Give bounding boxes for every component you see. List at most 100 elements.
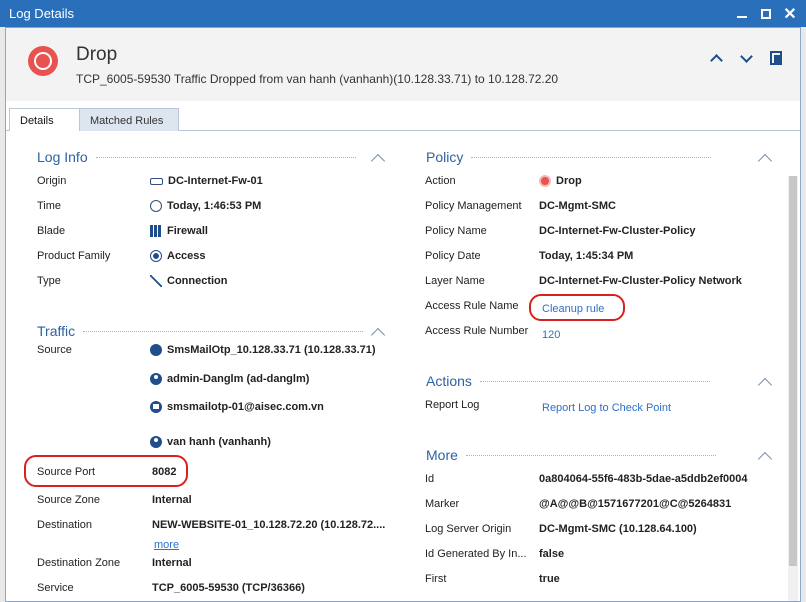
collapse-log-info-icon[interactable] bbox=[370, 153, 386, 169]
source-host-text: SmsMailOtp_10.128.33.71 (10.128.33.71) bbox=[167, 344, 376, 356]
policy-management-value: DC-Mgmt-SMC bbox=[539, 200, 616, 212]
log-title: Drop bbox=[76, 44, 118, 65]
time-label: Time bbox=[37, 200, 62, 212]
id-value: 0a804064-55f6-483b-5dae-a5ddb2ef0004 bbox=[539, 473, 748, 485]
connection-icon bbox=[150, 275, 162, 287]
first-label: First bbox=[425, 573, 447, 585]
policy-management-label: Policy Management bbox=[425, 200, 522, 212]
marker-label: Marker bbox=[425, 498, 460, 510]
type-text: Connection bbox=[167, 275, 228, 287]
user-icon bbox=[150, 373, 162, 385]
section-divider bbox=[471, 156, 712, 158]
log-details-window: Drop TCP_6005-59530 Traffic Dropped from… bbox=[5, 27, 801, 602]
details-panel: Log Info Origin DC-Internet-Fw-01 Time T… bbox=[6, 131, 800, 601]
blade-text: Firewall bbox=[167, 225, 208, 237]
section-actions-title[interactable]: Actions bbox=[426, 373, 710, 389]
close-icon: ✕ bbox=[783, 5, 797, 23]
section-actions-label: Actions bbox=[426, 373, 472, 389]
section-more-title[interactable]: More bbox=[426, 447, 716, 463]
access-icon bbox=[150, 250, 162, 262]
section-log-info-title[interactable]: Log Info bbox=[37, 149, 356, 165]
section-divider bbox=[83, 330, 364, 332]
vertical-scrollbar[interactable] bbox=[788, 176, 798, 601]
source-admin-text: admin-Danglm (ad-danglm) bbox=[167, 373, 310, 385]
time-text: Today, 1:46:53 PM bbox=[167, 200, 262, 212]
section-traffic-title[interactable]: Traffic bbox=[37, 323, 364, 339]
copy-icon bbox=[770, 51, 782, 65]
action-label: Action bbox=[425, 175, 456, 187]
type-value: Connection bbox=[150, 275, 228, 287]
tab-matched-rules[interactable]: Matched Rules bbox=[79, 108, 179, 132]
destination-zone-label: Destination Zone bbox=[37, 557, 121, 569]
source-value-host[interactable]: SmsMailOtp_10.128.33.71 (10.128.33.71) bbox=[150, 344, 376, 356]
source-port-label: Source Port bbox=[37, 466, 96, 478]
collapse-policy-icon[interactable] bbox=[757, 153, 773, 169]
access-rule-number-link[interactable]: 120 bbox=[542, 329, 560, 341]
product-family-label: Product Family bbox=[37, 250, 111, 262]
minimize-button[interactable] bbox=[730, 2, 754, 26]
blade-value: Firewall bbox=[150, 225, 208, 237]
next-log-button[interactable] bbox=[736, 48, 756, 68]
service-value: TCP_6005-59530 (TCP/36366) bbox=[152, 582, 305, 594]
source-value-machine[interactable]: smsmailotp-01@aisec.com.vn bbox=[150, 401, 324, 413]
collapse-more-icon[interactable] bbox=[757, 451, 773, 467]
origin-text: DC-Internet-Fw-01 bbox=[168, 175, 263, 187]
source-value-user[interactable]: van hanh (vanhanh) bbox=[150, 436, 271, 448]
access-rule-number-label: Access Rule Number bbox=[425, 325, 529, 337]
section-more-label: More bbox=[426, 447, 458, 463]
maximize-icon bbox=[761, 8, 771, 19]
minimize-icon bbox=[737, 15, 747, 18]
copy-button[interactable] bbox=[766, 48, 786, 68]
chevron-down-icon bbox=[739, 49, 753, 63]
drop-icon bbox=[539, 175, 551, 187]
log-server-origin-label: Log Server Origin bbox=[425, 523, 512, 535]
close-button[interactable]: ✕ bbox=[778, 2, 802, 26]
id-generated-label: Id Generated By In... bbox=[425, 548, 527, 560]
section-traffic-label: Traffic bbox=[37, 323, 76, 339]
type-label: Type bbox=[37, 275, 61, 287]
access-rule-name-link[interactable]: Cleanup rule bbox=[542, 303, 604, 315]
window-title: Log Details bbox=[9, 6, 75, 21]
blade-label: Blade bbox=[37, 225, 66, 237]
policy-date-label: Policy Date bbox=[425, 250, 481, 262]
id-generated-value: false bbox=[539, 548, 565, 560]
destination-more-link[interactable]: more bbox=[154, 539, 179, 551]
section-policy-label: Policy bbox=[426, 149, 464, 165]
source-machine-text: smsmailotp-01@aisec.com.vn bbox=[167, 401, 324, 413]
host-icon bbox=[150, 401, 162, 413]
tab-bar: Details Matched Rules bbox=[6, 108, 800, 132]
clock-icon bbox=[150, 200, 162, 212]
section-policy-title[interactable]: Policy bbox=[426, 149, 712, 165]
access-rule-name-label: Access Rule Name bbox=[425, 300, 519, 312]
drop-status-icon bbox=[28, 46, 58, 76]
log-subtitle: TCP_6005-59530 Traffic Dropped from van … bbox=[76, 72, 559, 86]
source-value-admin[interactable]: admin-Danglm (ad-danglm) bbox=[150, 373, 309, 385]
maximize-button[interactable] bbox=[754, 2, 778, 26]
destination-zone-value: Internal bbox=[152, 557, 192, 569]
policy-name-value: DC-Internet-Fw-Cluster-Policy bbox=[539, 225, 696, 237]
first-value: true bbox=[539, 573, 560, 585]
destination-value[interactable]: NEW-WEBSITE-01_10.128.72.20 (10.128.72..… bbox=[152, 519, 385, 531]
policy-name-label: Policy Name bbox=[425, 225, 487, 237]
window-titlebar: Log Details ✕ bbox=[0, 0, 806, 27]
log-server-origin-value: DC-Mgmt-SMC (10.128.64.100) bbox=[539, 523, 697, 535]
source-label: Source bbox=[37, 344, 72, 356]
marker-value: @A@@B@1571677201@C@5264831 bbox=[539, 498, 732, 510]
report-log-link[interactable]: Report Log to Check Point bbox=[542, 402, 671, 414]
policy-date-value: Today, 1:45:34 PM bbox=[539, 250, 634, 262]
tab-details[interactable]: Details bbox=[9, 108, 81, 132]
layer-name-value: DC-Internet-Fw-Cluster-Policy Network bbox=[539, 275, 742, 287]
layer-name-label: Layer Name bbox=[425, 275, 485, 287]
previous-log-button[interactable] bbox=[706, 48, 726, 68]
scrollbar-thumb[interactable] bbox=[789, 176, 797, 566]
log-header: Drop TCP_6005-59530 Traffic Dropped from… bbox=[6, 28, 800, 101]
action-text: Drop bbox=[556, 175, 582, 187]
firewall-icon bbox=[150, 225, 162, 237]
source-zone-value: Internal bbox=[152, 494, 192, 506]
service-label: Service bbox=[37, 582, 74, 594]
section-divider bbox=[479, 380, 710, 382]
collapse-actions-icon[interactable] bbox=[757, 377, 773, 393]
collapse-traffic-icon[interactable] bbox=[370, 327, 386, 343]
user-icon bbox=[150, 436, 162, 448]
product-family-value: Access bbox=[150, 250, 206, 262]
